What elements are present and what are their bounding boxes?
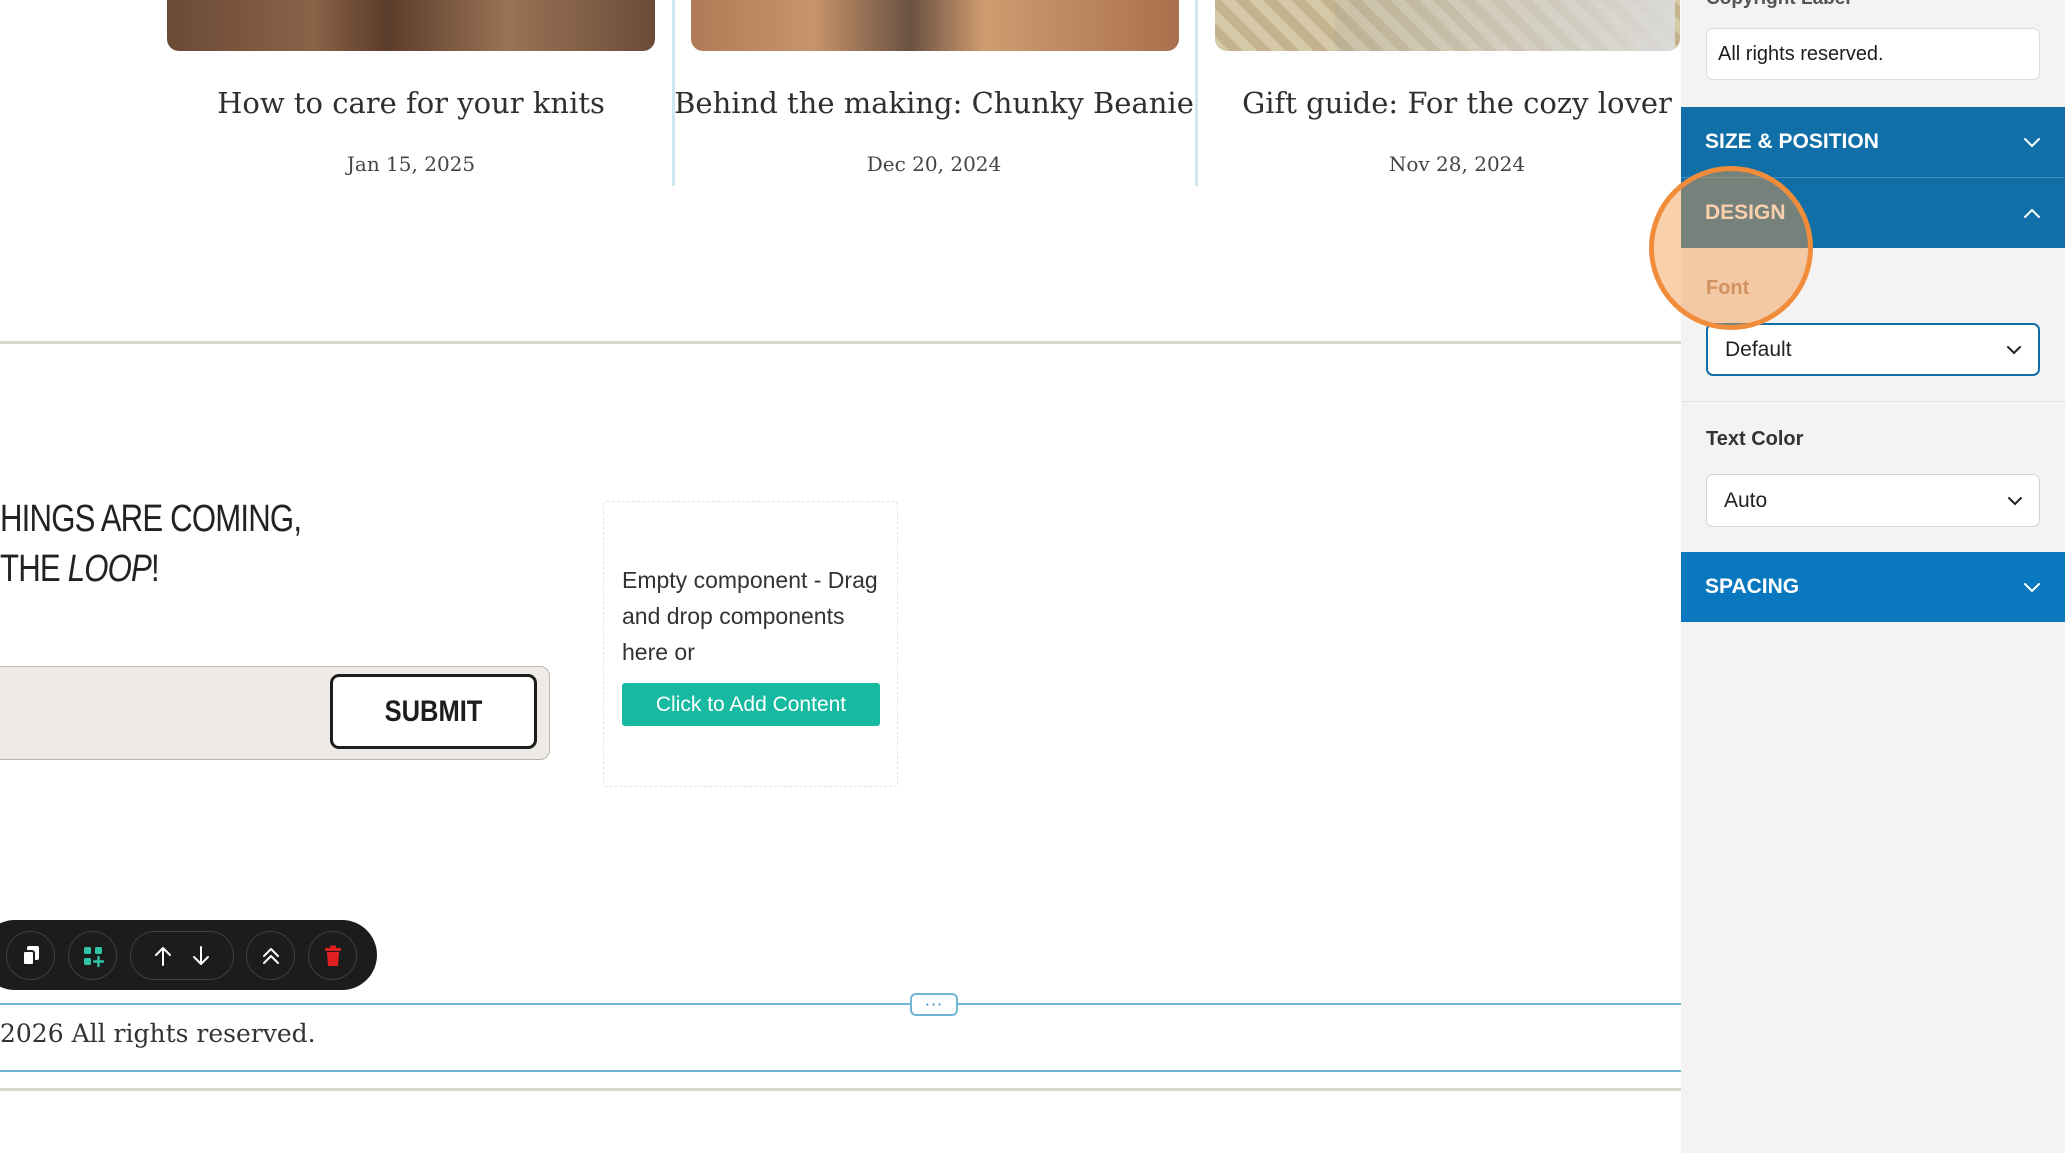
delete-icon[interactable] [308,931,357,980]
add-component-icon[interactable] [68,931,117,980]
card-image[interactable] [167,0,655,51]
headline-line-2: THE LOOP! [0,544,301,594]
move-top-icon[interactable] [246,931,295,980]
section-divider [0,341,1681,344]
newsletter-headline[interactable]: HINGS ARE COMING, THE LOOP! [0,494,302,594]
headline-emphasis: LOOP [67,548,152,590]
font-select-value: Default [1725,337,1792,361]
add-content-button[interactable]: Click to Add Content [622,683,880,726]
headline-line-1: HINGS ARE COMING, [0,498,302,540]
footer-selection-bottom [0,1070,1681,1072]
footer-more-handle[interactable]: ··· [910,993,958,1016]
font-select[interactable]: Default [1706,323,2040,376]
copy-icon[interactable] [6,931,55,980]
copyright-label-field[interactable]: All rights reserved. [1706,28,2040,80]
card-title[interactable]: Gift guide: For the cozy lover [1197,86,1681,120]
footer-copyright-text[interactable]: 2026 All rights reserved. [0,1019,316,1048]
empty-component-text: Empty component - Drag and drop componen… [622,567,878,665]
chevron-down-icon [2024,583,2040,593]
headline-suffix: ! [151,548,160,590]
click-highlight-marker [1649,166,1813,330]
card-date: Nov 28, 2024 [1388,152,1526,176]
card-title[interactable]: How to care for your knits [151,86,671,120]
section-divider [0,1088,1681,1091]
chevron-down-icon [2007,345,2021,354]
card-date: Dec 20, 2024 [866,152,1002,176]
copyright-label-heading: Copyright Label [1706,0,1851,10]
footer-selection-top [0,1003,1681,1005]
field-divider [1681,401,2065,402]
card-image[interactable] [1215,0,1680,51]
submit-label: SUBMIT [384,694,483,728]
chevron-up-icon [2024,208,2040,218]
card-date: Jan 15, 2025 [346,152,476,176]
reorder-buttons [130,931,234,980]
headline-prefix: THE [0,548,68,590]
card-image[interactable] [691,0,1179,51]
page-canvas: How to care for your knits Jan 15, 2025 … [0,0,1681,1153]
text-color-label: Text Color [1706,428,1804,450]
card-title[interactable]: Behind the making: Chunky Beanie [674,86,1194,120]
chevron-down-icon [2008,496,2022,505]
text-color-select[interactable]: Auto [1706,474,2040,527]
submit-button[interactable]: SUBMIT [330,674,537,749]
arrow-up-icon[interactable] [153,945,173,967]
section-spacing-title: SPACING [1705,575,1800,598]
chevron-down-icon [2024,138,2040,148]
section-size-position-title: SIZE & POSITION [1705,130,1879,153]
section-spacing[interactable]: SPACING [1681,552,2065,622]
arrow-down-icon[interactable] [191,945,211,967]
text-color-select-value: Auto [1724,488,1768,512]
